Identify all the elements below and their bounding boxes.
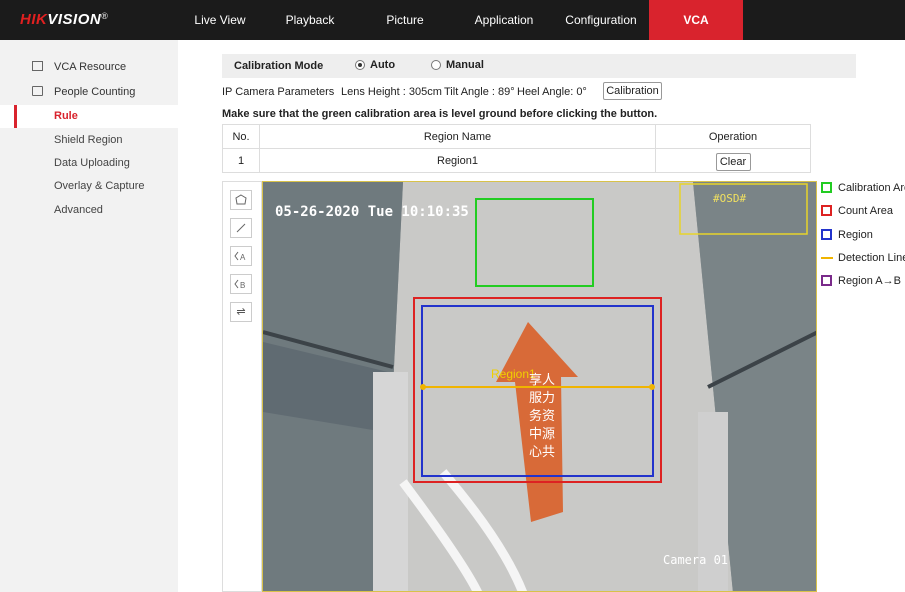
auto-radio[interactable] (355, 60, 365, 70)
region-a-glyph: A (240, 253, 246, 262)
count-area-swatch (821, 205, 832, 216)
monitor-icon (32, 61, 43, 71)
arrow-sign-text: 享人 服力 务资 中源 心共 (529, 373, 556, 460)
row-operation: Clear (655, 148, 811, 173)
lens-height: Lens Height : 305cm (341, 86, 442, 98)
sidebar-item-advanced[interactable]: Advanced (0, 199, 178, 222)
tab-playback[interactable]: Playback (280, 0, 340, 40)
sidebar-item-data-uploading[interactable]: Data Uploading (0, 152, 178, 175)
detection-line-swatch (821, 257, 833, 259)
polygon-tool-icon[interactable] (230, 190, 252, 210)
region-b-glyph: B (240, 281, 245, 290)
table-header-row: No. Region Name Operation (222, 124, 811, 149)
heel-angle: Heel Angle: 0° (517, 86, 587, 98)
video-timestamp: 05-26-2020 Tue 10:10:35 (275, 204, 469, 220)
hikvision-logo: HIKVISION® (20, 11, 109, 28)
header-operation: Operation (655, 124, 811, 149)
top-navigation-bar: HIKVISION® Live View Playback Picture Ap… (0, 0, 905, 40)
tab-application[interactable]: Application (466, 0, 542, 40)
region-a-b-swatch (821, 275, 832, 286)
region-a-tool-icon[interactable]: A (230, 246, 252, 266)
tab-vca[interactable]: VCA (649, 0, 743, 40)
region-b-tool-icon[interactable]: B (230, 274, 252, 294)
calibration-mode-label: Calibration Mode (234, 60, 324, 72)
row-region-name: Region1 (259, 148, 656, 173)
swap-direction-icon[interactable]: ⇌ (230, 302, 252, 322)
calibration-mode-bar: Calibration Mode Auto Manual (222, 54, 856, 78)
region-swatch (821, 229, 832, 240)
clear-button[interactable]: Clear (715, 152, 751, 171)
sidebar: VCA Resource People Counting Rule Shield… (0, 40, 178, 592)
params-label: IP Camera Parameters (222, 86, 335, 98)
auto-radio-label[interactable]: Auto (370, 59, 395, 71)
row-no: 1 (222, 148, 260, 173)
sidebar-item-vca-resource[interactable]: VCA Resource (0, 56, 178, 79)
header-no: No. (222, 124, 260, 149)
tab-picture[interactable]: Picture (375, 0, 435, 40)
line-tool-icon[interactable] (230, 218, 252, 238)
drawing-toolbar: A B ⇌ (222, 181, 262, 592)
table-row[interactable]: 1 Region1 Clear (222, 148, 811, 173)
tab-configuration[interactable]: Configuration (560, 0, 642, 40)
osd-text: #OSD# (713, 192, 747, 205)
manual-radio-label[interactable]: Manual (446, 59, 484, 71)
calibration-button[interactable]: Calibration (603, 82, 662, 100)
people-counting-icon (32, 86, 43, 96)
sidebar-item-rule[interactable]: Rule (0, 105, 178, 128)
header-region-name: Region Name (259, 124, 656, 149)
main-content: Calibration Mode Auto Manual IP Camera P… (178, 40, 905, 592)
live-video-preview[interactable]: 05-26-2020 Tue 10:10:35 #OSD# Region1 享人… (262, 181, 817, 592)
manual-radio[interactable] (431, 60, 441, 70)
sidebar-item-shield-region[interactable]: Shield Region (0, 129, 178, 152)
tab-live-view[interactable]: Live View (190, 0, 250, 40)
tilt-angle: Tilt Angle : 89° (444, 86, 515, 98)
region-table: No. Region Name Operation 1 Region1 Clea… (222, 124, 811, 173)
sidebar-item-overlay-capture[interactable]: Overlay & Capture (0, 175, 178, 198)
sidebar-item-people-counting[interactable]: People Counting (0, 81, 178, 104)
calibration-note: Make sure that the green calibration are… (222, 108, 658, 120)
camera-name-overlay: Camera 01 (663, 553, 729, 567)
calibration-area-swatch (821, 182, 832, 193)
